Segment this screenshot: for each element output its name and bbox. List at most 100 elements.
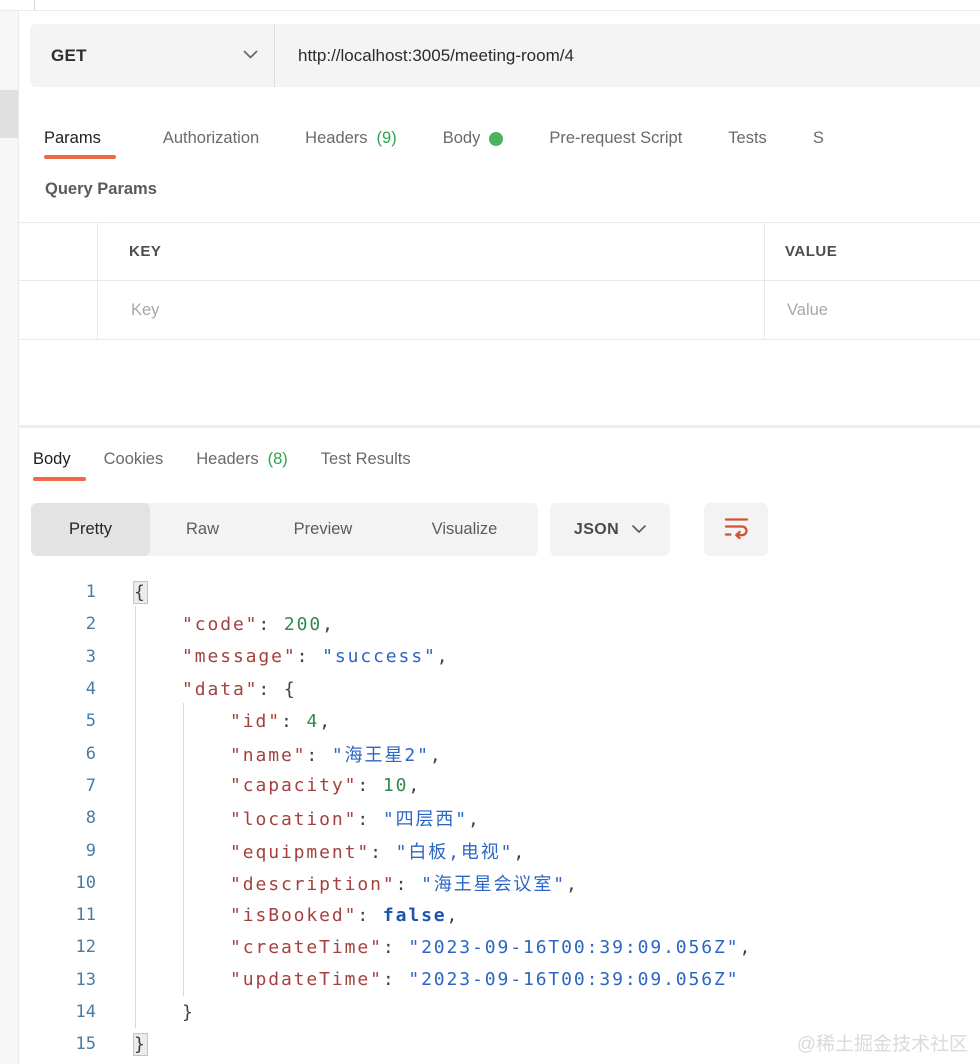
line-number: 11 — [0, 905, 96, 925]
line-number: 12 — [0, 937, 96, 957]
code-line: 13"updateTime": "2023-09-16T00:39:09.056… — [0, 964, 980, 996]
tab-settings[interactable]: S — [813, 118, 824, 159]
response-tabs: Body Cookies Headers (8) Test Results — [33, 437, 411, 481]
tab-label: Cookies — [104, 450, 164, 469]
code-line-content: "capacity": 10, — [96, 775, 421, 796]
view-mode-raw[interactable]: Raw — [150, 503, 255, 556]
line-number: 2 — [0, 614, 96, 634]
code-line-content: { — [96, 582, 147, 603]
line-number: 9 — [0, 841, 96, 861]
format-dropdown-label: JSON — [574, 521, 619, 539]
tab-label: Test Results — [321, 450, 411, 469]
key-cell — [98, 281, 765, 339]
code-line-content: "isBooked": false, — [96, 905, 459, 926]
line-number: 3 — [0, 647, 96, 667]
tab-label: S — [813, 129, 824, 148]
chevron-down-icon — [243, 47, 258, 65]
key-header-label: KEY — [129, 243, 161, 260]
top-tabbar-edge — [0, 0, 980, 11]
tab-count-badge: (8) — [268, 450, 288, 469]
code-line: 9"equipment": "白板,电视", — [0, 834, 980, 866]
code-line-content: "name": "海王星2", — [96, 741, 443, 767]
line-number: 5 — [0, 711, 96, 731]
code-line-content: "description": "海王星会议室", — [96, 870, 579, 896]
tab-headers[interactable]: Headers (9) — [305, 118, 397, 159]
table-header-row: KEY VALUE — [18, 223, 980, 281]
code-line-content: "id": 4, — [96, 711, 332, 732]
select-cell — [18, 281, 98, 339]
request-tabs: Params Authorization Headers (9) Body Pre-req… — [44, 118, 824, 159]
view-mode-pretty[interactable]: Pretty — [31, 503, 150, 556]
code-line-content: "equipment": "白板,电视", — [96, 838, 526, 864]
tab-test-results[interactable]: Test Results — [321, 437, 411, 481]
tab-label: Params — [44, 129, 101, 148]
code-line: 6"name": "海王星2", — [0, 737, 980, 769]
value-column-header: VALUE — [765, 223, 980, 280]
code-line: 2"code": 200, — [0, 608, 980, 640]
view-mode-visualize[interactable]: Visualize — [391, 503, 538, 556]
tab-label: Authorization — [163, 129, 259, 148]
section-divider[interactable] — [18, 425, 980, 428]
code-line-content: "updateTime": "2023-09-16T00:39:09.056Z" — [96, 969, 740, 990]
value-cell — [765, 281, 980, 339]
indent-guide — [135, 606, 136, 1028]
code-line: 10"description": "海王星会议室", — [0, 867, 980, 899]
query-params-table: KEY VALUE — [18, 222, 980, 340]
view-mode-preview[interactable]: Preview — [255, 503, 391, 556]
response-body-viewer[interactable]: 1{2"code": 200,3"message": "success",4"d… — [0, 576, 980, 1060]
select-column-header — [18, 223, 98, 280]
tab-label: Headers — [196, 450, 258, 469]
line-number: 15 — [0, 1034, 96, 1054]
tab-authorization[interactable]: Authorization — [163, 118, 259, 159]
tab-label: Pre-request Script — [549, 129, 682, 148]
watermark: @稀土掘金技术社区 — [797, 1029, 968, 1056]
value-header-label: VALUE — [785, 243, 837, 260]
method-selector[interactable]: GET — [30, 24, 275, 87]
rest-client-window: GET http://localhost:3005/meeting-room/4… — [0, 0, 980, 1064]
code-line-content: "location": "四层西", — [96, 805, 481, 831]
code-line-content: "code": 200, — [96, 614, 335, 635]
code-line: 7"capacity": 10, — [0, 770, 980, 802]
tab-count-badge: (9) — [377, 129, 397, 148]
tab-params[interactable]: Params — [44, 118, 101, 159]
chevron-down-icon — [632, 521, 646, 539]
method-label: GET — [51, 46, 87, 66]
line-number: 4 — [0, 679, 96, 699]
line-number: 8 — [0, 808, 96, 828]
code-line: 14} — [0, 996, 980, 1028]
indent-guide — [183, 703, 184, 996]
tab-cookies[interactable]: Cookies — [104, 437, 164, 481]
code-line-content: } — [96, 1034, 147, 1055]
code-line-content: "data": { — [96, 679, 297, 700]
tab-label: Tests — [728, 129, 767, 148]
wrap-text-button[interactable] — [704, 503, 768, 556]
line-number: 1 — [0, 582, 96, 602]
tab-status-dot — [489, 132, 503, 146]
line-number: 14 — [0, 1002, 96, 1022]
tab-pre-request-script[interactable]: Pre-request Script — [549, 118, 682, 159]
request-url-bar: GET http://localhost:3005/meeting-room/4 — [30, 24, 980, 87]
query-params-label: Query Params — [45, 180, 157, 199]
key-input[interactable] — [129, 300, 736, 321]
tab-body[interactable]: Body — [33, 437, 71, 481]
line-number: 7 — [0, 776, 96, 796]
code-line-content: "createTime": "2023-09-16T00:39:09.056Z"… — [96, 937, 752, 958]
code-line: 8"location": "四层西", — [0, 802, 980, 834]
line-number: 6 — [0, 744, 96, 764]
code-line: 4"data": { — [0, 673, 980, 705]
tab-tests[interactable]: Tests — [728, 118, 767, 159]
format-dropdown[interactable]: JSON — [550, 503, 670, 556]
code-line-content: "message": "success", — [96, 646, 450, 667]
tab-label: Headers — [305, 129, 367, 148]
line-number: 10 — [0, 873, 96, 893]
code-line: 11"isBooked": false, — [0, 899, 980, 931]
left-rail-scroll-thumb[interactable] — [0, 90, 18, 138]
tab-headers[interactable]: Headers (8) — [196, 437, 288, 481]
tab-separator — [34, 0, 35, 10]
wrap-text-icon — [723, 515, 750, 544]
tab-body[interactable]: Body — [443, 118, 504, 159]
line-number: 13 — [0, 970, 96, 990]
url-input[interactable]: http://localhost:3005/meeting-room/4 — [275, 24, 980, 87]
response-view-switcher: PrettyRawPreviewVisualize — [31, 503, 538, 556]
value-input[interactable] — [785, 300, 974, 321]
